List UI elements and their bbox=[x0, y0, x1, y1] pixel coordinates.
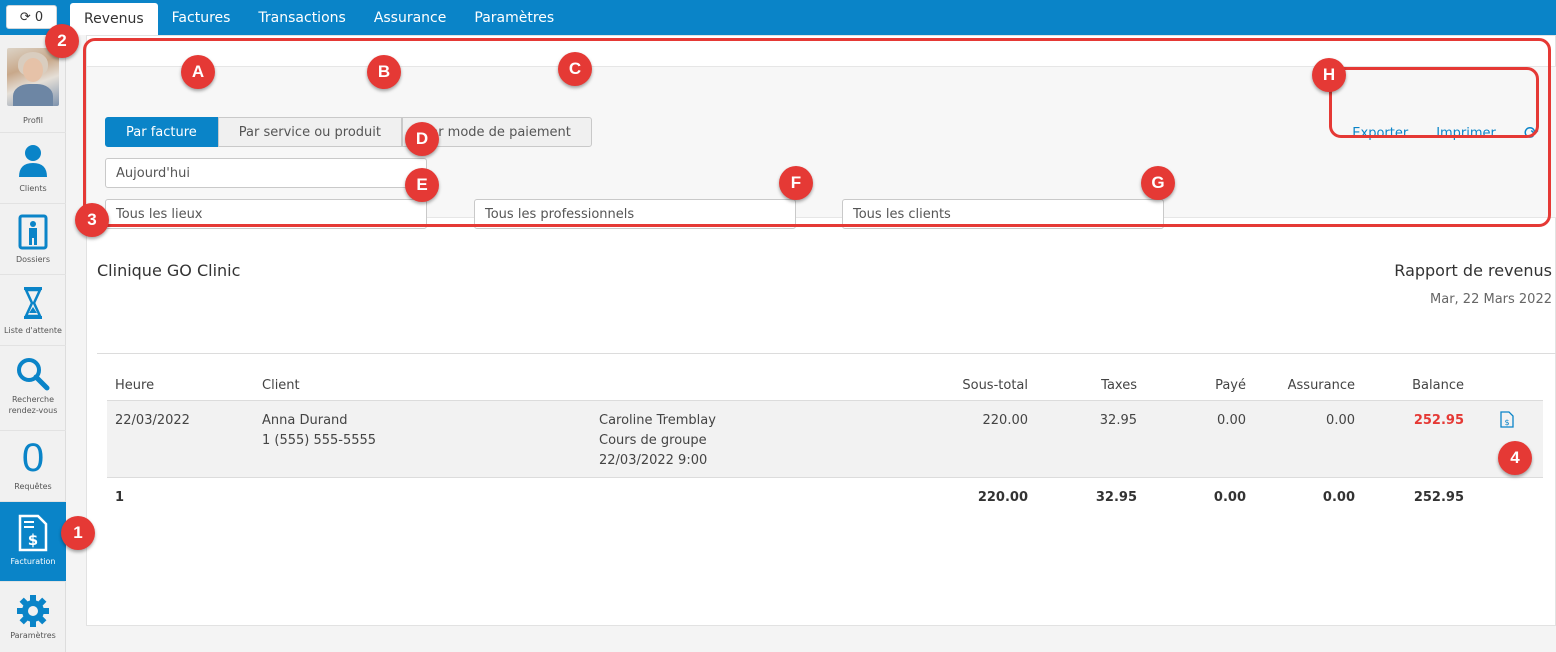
tab-assurance[interactable]: Assurance bbox=[360, 0, 461, 35]
col-assurance: Assurance bbox=[1287, 378, 1355, 393]
row-heure: 22/03/2022 bbox=[115, 413, 190, 428]
row-appointment: Caroline Tremblay Cours de groupe 22/03/… bbox=[599, 411, 716, 471]
sidebar-item-label: Profil bbox=[23, 116, 43, 125]
report-type-segmented-control: Par facture Par service ou produit Par m… bbox=[105, 117, 592, 147]
total-paid: 0.00 bbox=[1213, 490, 1246, 505]
sidebar-item-label: Paramètres bbox=[10, 631, 56, 640]
divider bbox=[97, 353, 1556, 354]
annotation-badge-e: E bbox=[405, 168, 439, 202]
col-sous-total: Sous-total bbox=[962, 378, 1028, 393]
top-navigation-bar: ⟳ 0 Revenus Factures Transactions Assura… bbox=[0, 0, 1556, 35]
annotation-badge-2: 2 bbox=[45, 24, 79, 58]
annotation-badge-3: 3 bbox=[75, 203, 109, 237]
annotation-badge-f: F bbox=[779, 166, 813, 200]
annotation-badge-c: C bbox=[558, 52, 592, 86]
table-header: Heure Client Sous-total Taxes Payé Assur… bbox=[107, 366, 1543, 401]
row-taxes: 32.95 bbox=[1099, 413, 1137, 428]
tab-transactions[interactable]: Transactions bbox=[244, 0, 359, 35]
client-filter-select[interactable]: Tous les clients bbox=[842, 199, 1164, 229]
invoice-document-icon[interactable]: $ bbox=[1500, 411, 1514, 428]
annotation-badge-1: 1 bbox=[61, 516, 95, 550]
svg-text:$: $ bbox=[1504, 418, 1509, 427]
segment-par-facture[interactable]: Par facture bbox=[105, 117, 218, 147]
location-filter-select[interactable]: Tous les lieux bbox=[105, 199, 427, 229]
clinic-name: Clinique GO Clinic bbox=[97, 261, 241, 280]
total-count: 1 bbox=[115, 490, 125, 505]
search-icon bbox=[17, 358, 50, 391]
date-filter-input[interactable]: Aujourd'hui bbox=[105, 158, 427, 188]
annotation-badge-4: 4 bbox=[1498, 441, 1532, 475]
annotation-badge-h: H bbox=[1312, 58, 1346, 92]
col-heure: Heure bbox=[115, 378, 155, 393]
sidebar-item-parametres[interactable]: Paramètres bbox=[0, 582, 66, 652]
revenue-panel: Par facture Par service ou produit Par m… bbox=[86, 35, 1556, 626]
professional-filter-select[interactable]: Tous les professionnels bbox=[474, 199, 796, 229]
table-totals-row: 1 220.00 32.95 0.00 0.00 252.95 bbox=[107, 478, 1543, 513]
sidebar-item-label: Dossiers bbox=[16, 255, 50, 264]
svg-text:$: $ bbox=[28, 531, 38, 549]
sidebar-item-requetes[interactable]: 0 Requêtes bbox=[0, 431, 66, 502]
person-icon bbox=[19, 145, 47, 177]
folder-person-icon bbox=[18, 214, 48, 250]
appointment-datetime: 22/03/2022 9:00 bbox=[599, 453, 708, 468]
service-name: Cours de groupe bbox=[599, 433, 707, 448]
sidebar-item-liste-attente[interactable]: Liste d'attente bbox=[0, 275, 66, 346]
sidebar-item-clients[interactable]: Clients bbox=[0, 133, 66, 204]
gear-icon bbox=[17, 595, 49, 627]
refresh-counter-button[interactable]: ⟳ 0 bbox=[6, 5, 57, 29]
reload-icon[interactable]: ⟳ bbox=[1524, 123, 1539, 144]
total-subtotal: 220.00 bbox=[977, 490, 1028, 505]
avatar bbox=[7, 48, 59, 106]
hourglass-icon bbox=[24, 287, 42, 319]
report-title: Rapport de revenus bbox=[1394, 261, 1552, 280]
col-paye: Payé bbox=[1215, 378, 1246, 393]
col-balance: Balance bbox=[1412, 378, 1464, 393]
sidebar-item-label: Requêtes bbox=[14, 482, 52, 491]
requests-count: 0 bbox=[21, 436, 45, 480]
client-phone: 1 (555) 555-5555 bbox=[262, 433, 377, 448]
total-taxes: 32.95 bbox=[1095, 490, 1137, 505]
print-link[interactable]: Imprimer bbox=[1436, 126, 1496, 141]
annotation-badge-d: D bbox=[405, 122, 439, 156]
col-taxes: Taxes bbox=[1101, 378, 1137, 393]
sidebar-item-recherche[interactable]: Recherche rendez-vous bbox=[0, 346, 66, 431]
col-client: Client bbox=[262, 378, 300, 393]
tab-revenus[interactable]: Revenus bbox=[70, 3, 158, 35]
annotation-badge-a: A bbox=[181, 55, 215, 89]
annotation-badge-g: G bbox=[1141, 166, 1175, 200]
professional-name: Caroline Tremblay bbox=[599, 413, 716, 428]
tab-bar: Revenus Factures Transactions Assurance … bbox=[70, 0, 568, 35]
refresh-count: 0 bbox=[34, 9, 44, 25]
total-balance: 252.95 bbox=[1413, 490, 1464, 505]
report-actions: Exporter Imprimer ⟳ bbox=[1352, 123, 1539, 144]
segment-par-service[interactable]: Par service ou produit bbox=[217, 117, 402, 147]
row-subtotal: 220.00 bbox=[982, 413, 1029, 428]
table-row[interactable]: 22/03/2022 Anna Durand 1 (555) 555-5555 … bbox=[107, 401, 1543, 478]
row-insurance: 0.00 bbox=[1326, 413, 1355, 428]
sidebar-item-label: Liste d'attente bbox=[4, 326, 62, 335]
total-insurance: 0.00 bbox=[1322, 490, 1355, 505]
sidebar-item-dossiers[interactable]: Dossiers bbox=[0, 204, 66, 275]
row-paid: 0.00 bbox=[1217, 413, 1246, 428]
export-link[interactable]: Exporter bbox=[1352, 126, 1408, 141]
tab-parametres[interactable]: Paramètres bbox=[460, 0, 568, 35]
row-client: Anna Durand 1 (555) 555-5555 bbox=[262, 411, 376, 451]
tab-factures[interactable]: Factures bbox=[158, 0, 245, 35]
sidebar-item-label: Recherche rendez-vous bbox=[8, 395, 58, 415]
sidebar-item-facturation[interactable]: $ Facturation bbox=[0, 502, 66, 582]
sidebar-item-label: Facturation bbox=[10, 557, 56, 566]
invoice-icon: $ bbox=[18, 514, 48, 552]
annotation-badge-b: B bbox=[367, 55, 401, 89]
sidebar: Profil Clients Dossiers Liste d'attente bbox=[0, 35, 66, 652]
refresh-icon: ⟳ bbox=[19, 9, 31, 25]
report-date: Mar, 22 Mars 2022 bbox=[1430, 292, 1552, 307]
row-balance: 252.95 bbox=[1413, 413, 1464, 428]
sidebar-item-label: Clients bbox=[19, 184, 47, 193]
client-name[interactable]: Anna Durand bbox=[262, 411, 376, 431]
